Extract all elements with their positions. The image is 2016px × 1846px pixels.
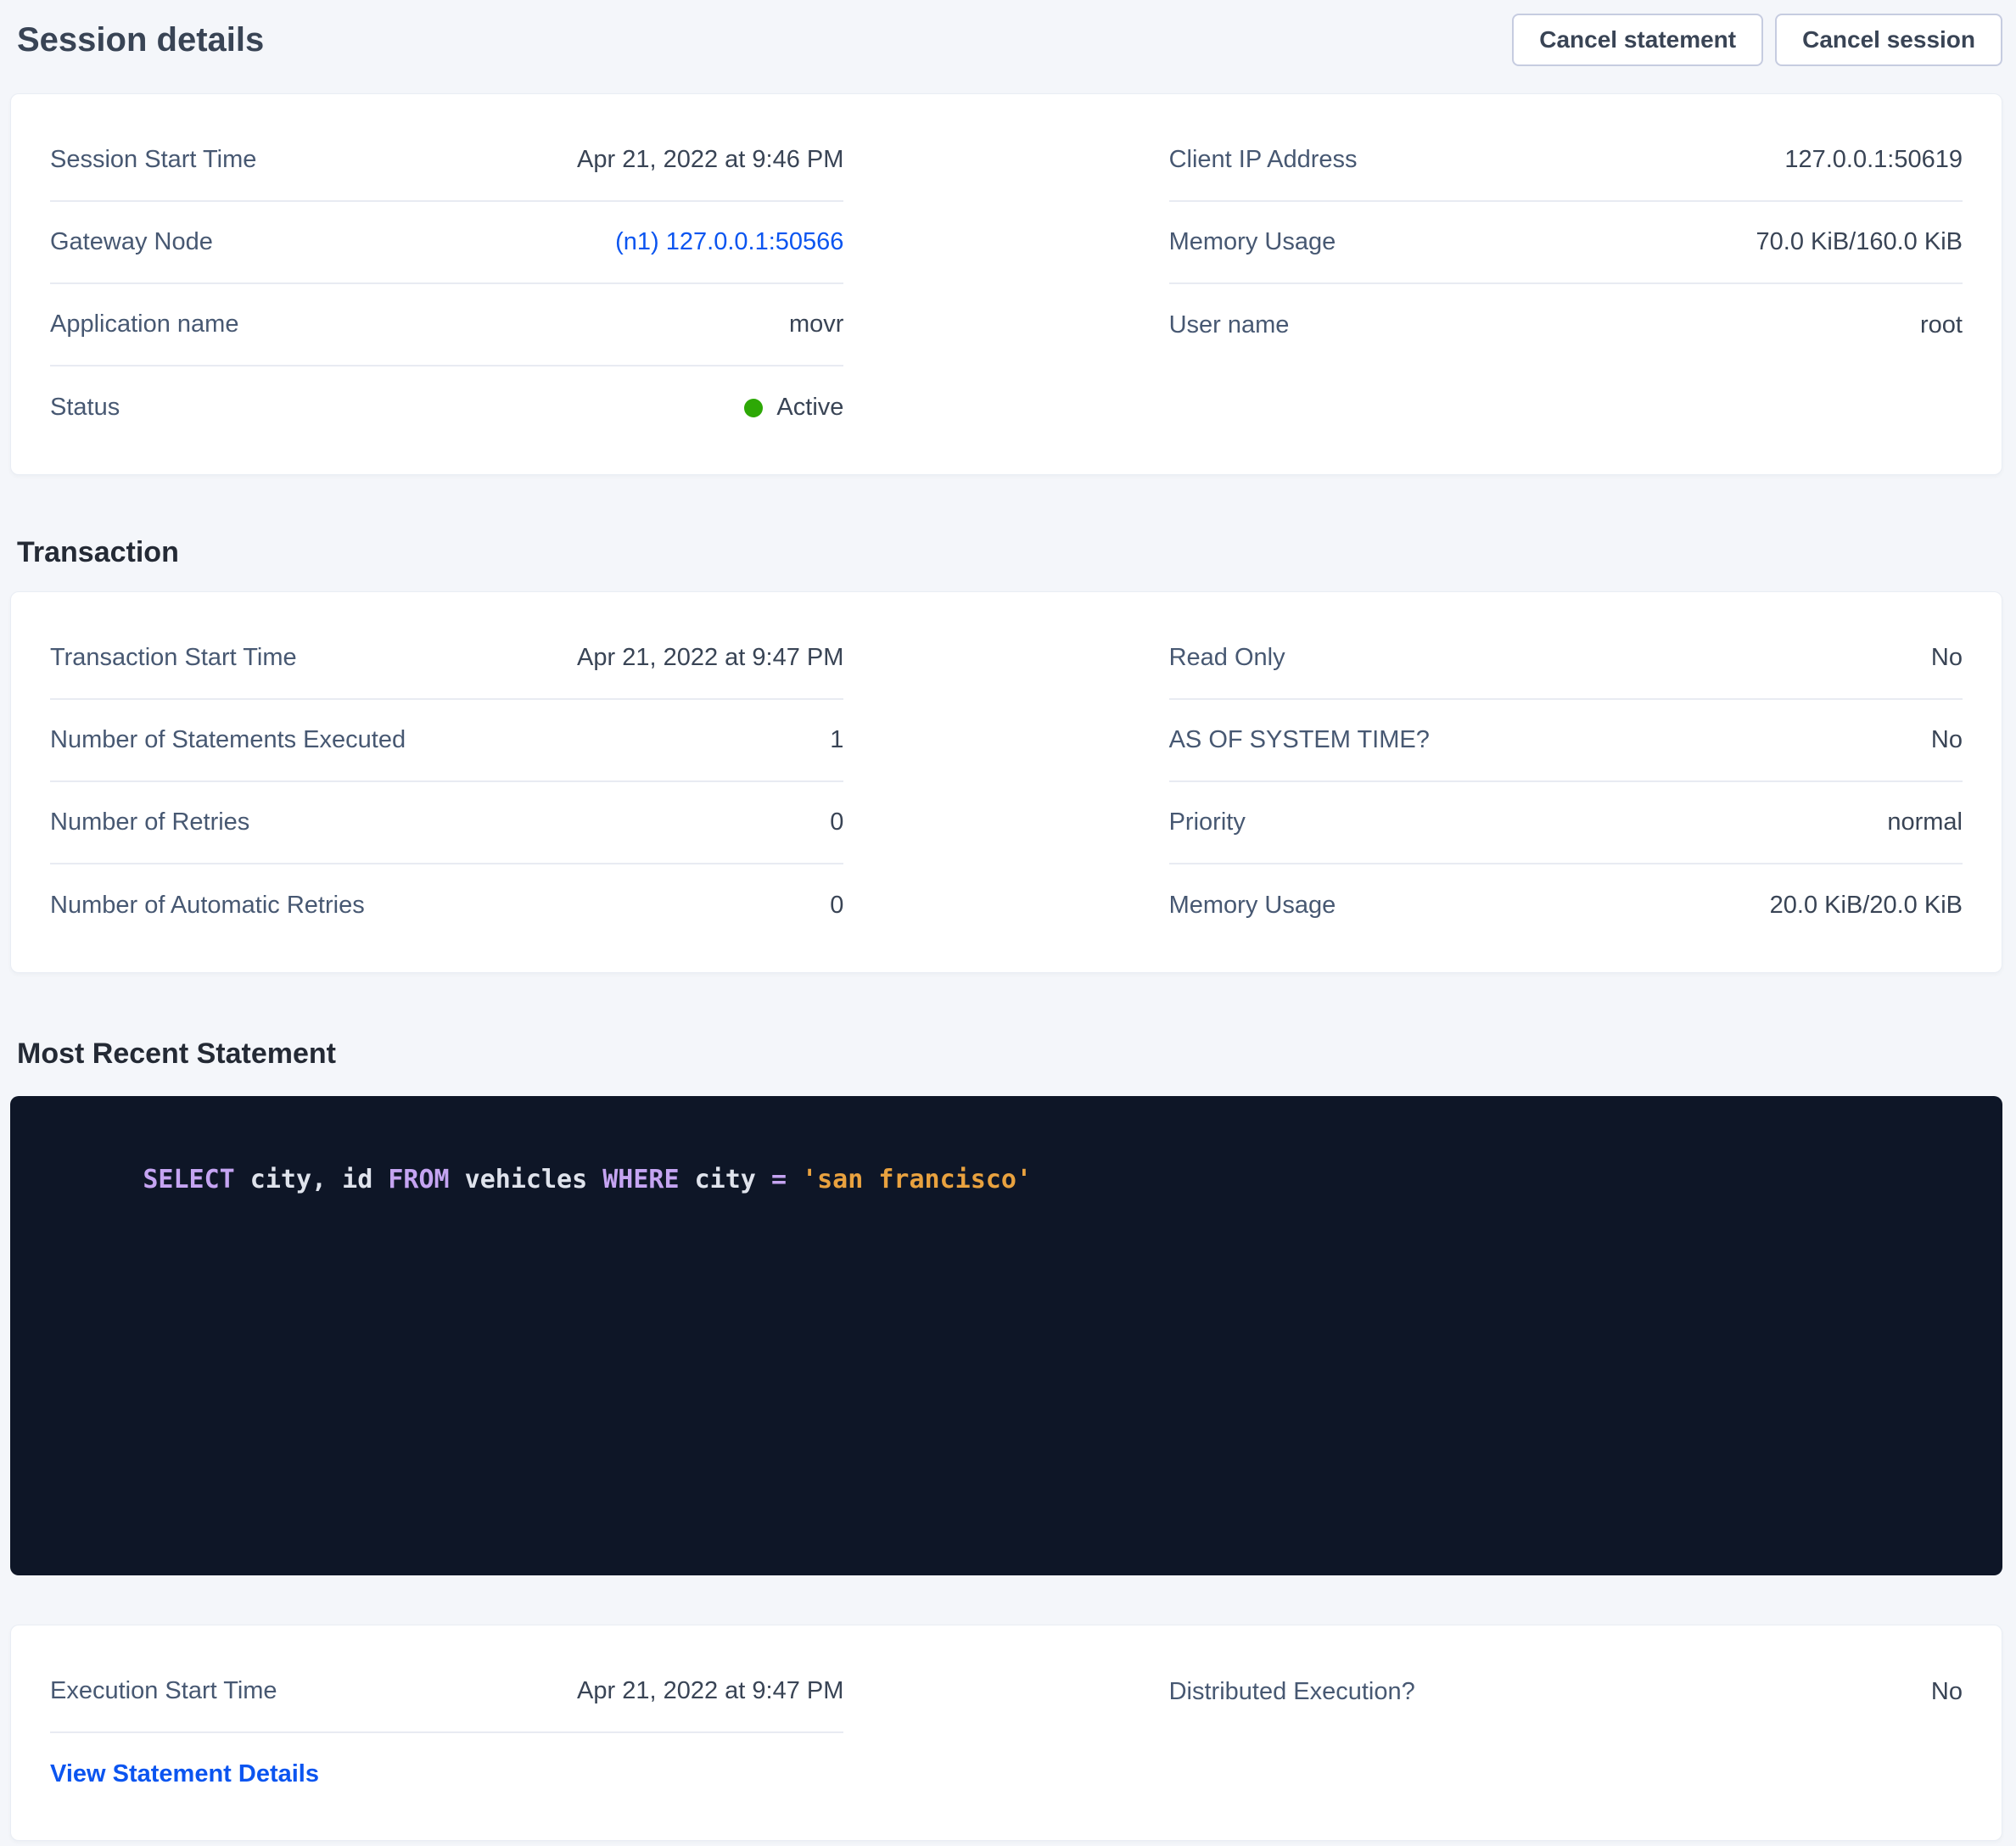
row-label: Number of Statements Executed [50,726,406,754]
session-details-page: Session details Cancel statement Cancel … [0,0,2016,1841]
table-row: Number of Statements Executed 1 [50,700,843,782]
row-value: 70.0 KiB/160.0 KiB [1756,228,1963,256]
execution-left-column: Execution Start Time Apr 21, 2022 at 9:4… [50,1651,843,1815]
sql-text: city [680,1165,771,1194]
session-left-column: Session Start Time Apr 21, 2022 at 9:46 … [50,120,843,449]
table-row: Execution Start Time Apr 21, 2022 at 9:4… [50,1651,843,1733]
row-label: Client IP Address [1169,146,1358,174]
row-value: 0 [830,892,843,920]
row-value: 0 [830,808,843,836]
row-label: Memory Usage [1169,892,1336,920]
sql-operator: = [771,1165,787,1194]
page-header: Session details Cancel statement Cancel … [10,0,2002,68]
status-dot-icon [744,399,763,417]
row-value: 1 [830,726,843,754]
table-row: User name root [1169,284,1963,366]
page-title: Session details [17,21,264,59]
row-value: Apr 21, 2022 at 9:47 PM [577,1677,843,1705]
row-label: Session Start Time [50,146,256,174]
row-label: Execution Start Time [50,1677,277,1705]
table-row: Read Only No [1169,618,1963,700]
gateway-node-link[interactable]: (n1) 127.0.0.1:50566 [615,228,843,256]
sql-keyword: WHERE [602,1165,679,1194]
status-text: Active [776,394,843,422]
table-row: Memory Usage 20.0 KiB/20.0 KiB [1169,864,1963,947]
row-value: Apr 21, 2022 at 9:47 PM [577,644,843,672]
row-value: No [1931,644,1963,672]
table-row: Transaction Start Time Apr 21, 2022 at 9… [50,618,843,700]
row-value: Apr 21, 2022 at 9:46 PM [577,146,843,174]
row-label: Number of Retries [50,808,249,836]
row-label: Status [50,394,120,422]
row-value: 127.0.0.1:50619 [1784,146,1963,174]
statement-section-heading: Most Recent Statement [17,1038,2002,1071]
table-row: Application name movr [50,284,843,366]
sql-text: city, id [235,1165,389,1194]
row-label: Memory Usage [1169,228,1336,256]
view-statement-details-link[interactable]: View Statement Details [50,1760,319,1788]
table-row: Priority normal [1169,782,1963,864]
row-label: User name [1169,311,1290,339]
statement-details-row: View Statement Details [50,1733,843,1815]
sql-string-literal: 'san francisco' [802,1165,1032,1194]
sql-text [787,1165,802,1194]
row-label: Application name [50,310,238,338]
table-row: Session Start Time Apr 21, 2022 at 9:46 … [50,120,843,202]
row-value: normal [1887,808,1963,836]
cancel-statement-button[interactable]: Cancel statement [1512,14,1763,66]
row-label: Transaction Start Time [50,644,297,672]
sql-statement: SELECT city, id FROM vehicles WHERE city… [51,1135,1962,1224]
row-label: Distributed Execution? [1169,1678,1415,1706]
sql-text: vehicles [450,1165,603,1194]
execution-right-column: Distributed Execution? No [1169,1651,1963,1815]
table-row: Status Active [50,366,843,449]
sql-statement-box: SELECT city, id FROM vehicles WHERE city… [10,1096,2002,1575]
table-row: Number of Automatic Retries 0 [50,864,843,947]
table-row: Gateway Node (n1) 127.0.0.1:50566 [50,202,843,284]
row-label: Number of Automatic Retries [50,892,365,920]
row-label: AS OF SYSTEM TIME? [1169,726,1430,754]
sql-keyword: FROM [388,1165,449,1194]
transaction-left-column: Transaction Start Time Apr 21, 2022 at 9… [50,618,843,947]
row-value: root [1920,311,1963,339]
execution-details-card: Execution Start Time Apr 21, 2022 at 9:4… [10,1625,2002,1841]
sql-keyword: SELECT [143,1165,234,1194]
row-value: No [1931,1678,1963,1706]
row-label: Priority [1169,808,1246,836]
session-right-column: Client IP Address 127.0.0.1:50619 Memory… [1169,120,1963,449]
table-row: Number of Retries 0 [50,782,843,864]
table-row: Memory Usage 70.0 KiB/160.0 KiB [1169,202,1963,284]
session-details-card: Session Start Time Apr 21, 2022 at 9:46 … [10,93,2002,475]
transaction-section-heading: Transaction [17,536,2002,569]
transaction-right-column: Read Only No AS OF SYSTEM TIME? No Prior… [1169,618,1963,947]
row-label: Gateway Node [50,228,213,256]
header-buttons: Cancel statement Cancel session [1512,14,2002,66]
row-value: movr [789,310,843,338]
cancel-session-button[interactable]: Cancel session [1775,14,2002,66]
transaction-card: Transaction Start Time Apr 21, 2022 at 9… [10,591,2002,973]
table-row: Client IP Address 127.0.0.1:50619 [1169,120,1963,202]
table-row: AS OF SYSTEM TIME? No [1169,700,1963,782]
row-label: Read Only [1169,644,1285,672]
table-row: Distributed Execution? No [1169,1651,1963,1733]
row-value: No [1931,726,1963,754]
row-value: 20.0 KiB/20.0 KiB [1770,892,1963,920]
status-badge: Active [744,394,843,422]
